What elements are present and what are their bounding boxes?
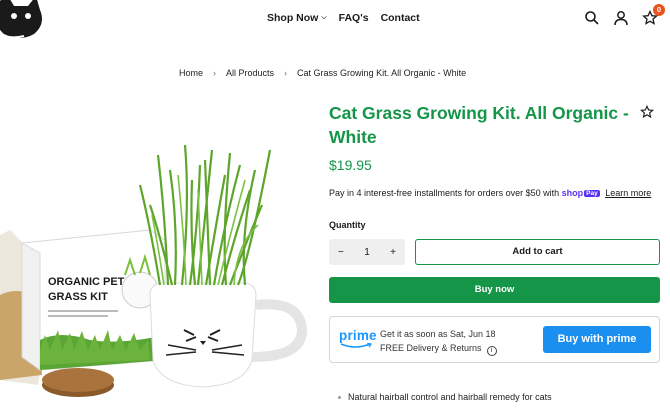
nav-faqs[interactable]: FAQ's <box>339 12 369 24</box>
add-to-cart-button[interactable]: Add to cart <box>415 239 660 265</box>
nav-faqs-label: FAQ's <box>338 12 369 24</box>
learn-more-link[interactable]: Learn more <box>605 188 651 198</box>
prime-logo-word: prime <box>339 328 377 343</box>
cat-mug <box>149 282 308 388</box>
quantity-value[interactable]: 1 <box>364 247 370 258</box>
buy-with-prime-button[interactable]: Buy with prime <box>543 326 651 353</box>
shop-pay-word: shop <box>561 188 584 198</box>
feature-text: Natural hairball control and hairball re… <box>348 392 552 402</box>
shop-pay-badge: Pay <box>584 190 600 197</box>
quantity-stepper: − 1 + <box>329 239 405 265</box>
feature-list: Natural hairball control and hairball re… <box>338 392 552 402</box>
shop-pay-logo: shop Pay <box>562 188 600 198</box>
prime-delivery-date: Get it as soon as Sat, Jun 18 <box>380 329 496 339</box>
nav-contact-label: Contact <box>380 12 420 24</box>
quantity-label: Quantity <box>329 220 366 230</box>
main-nav: Shop Now ⌵ FAQ's Contact <box>267 12 432 24</box>
svg-text:GRASS KIT: GRASS KIT <box>48 291 108 303</box>
header-icons: 0 <box>584 4 665 26</box>
breadcrumb: Home › All Products › Cat Grass Growing … <box>179 68 466 78</box>
search-icon[interactable] <box>584 10 600 26</box>
chevron-down-icon: ⌵ <box>321 14 327 21</box>
wishlist-star-icon[interactable] <box>640 104 654 119</box>
chevron-right-icon: › <box>284 68 288 78</box>
quantity-increase-button[interactable]: + <box>390 247 396 258</box>
product-title: Cat Grass Growing Kit. All Organic - Whi… <box>329 103 629 147</box>
prime-delivery-box: prime Get it as soon as Sat, Jun 18 FREE… <box>329 316 660 363</box>
buy-now-button[interactable]: Buy now <box>329 277 660 303</box>
wishlist-icon[interactable]: 0 <box>642 4 665 26</box>
product-price: $19.95 <box>329 157 372 173</box>
prime-delivery-text: Get it as soon as Sat, Jun 18 FREE Deliv… <box>380 327 497 356</box>
breadcrumb-current: Cat Grass Growing Kit. All Organic - Whi… <box>297 68 467 78</box>
breadcrumb-home[interactable]: Home <box>179 68 203 78</box>
prime-logo: prime <box>339 327 377 349</box>
product-image[interactable]: ORGANIC PET GRASS KIT <box>0 135 320 410</box>
nav-shop-now[interactable]: Shop Now ⌵ <box>267 12 327 24</box>
wishlist-count-badge: 0 <box>653 4 665 16</box>
site-header: Shop Now ⌵ FAQ's Contact 0 <box>0 0 670 40</box>
cat-logo[interactable] <box>0 0 46 42</box>
nav-contact[interactable]: Contact <box>381 12 420 24</box>
info-icon[interactable]: i <box>486 346 497 356</box>
list-item: Natural hairball control and hairball re… <box>338 392 552 402</box>
bullet-icon <box>338 395 341 399</box>
installments-text: Pay in 4 interest-free installments for … <box>329 188 560 198</box>
chevron-right-icon: › <box>213 68 217 78</box>
quantity-decrease-button[interactable]: − <box>338 247 344 258</box>
breadcrumb-all-products[interactable]: All Products <box>226 68 274 78</box>
installments-info: Pay in 4 interest-free installments for … <box>329 188 651 198</box>
prime-returns-text: FREE Delivery & Returns <box>380 343 482 353</box>
account-icon[interactable] <box>613 10 629 26</box>
svg-text:ORGANIC PET: ORGANIC PET <box>48 276 125 288</box>
nav-shop-now-label: Shop Now <box>267 12 319 24</box>
